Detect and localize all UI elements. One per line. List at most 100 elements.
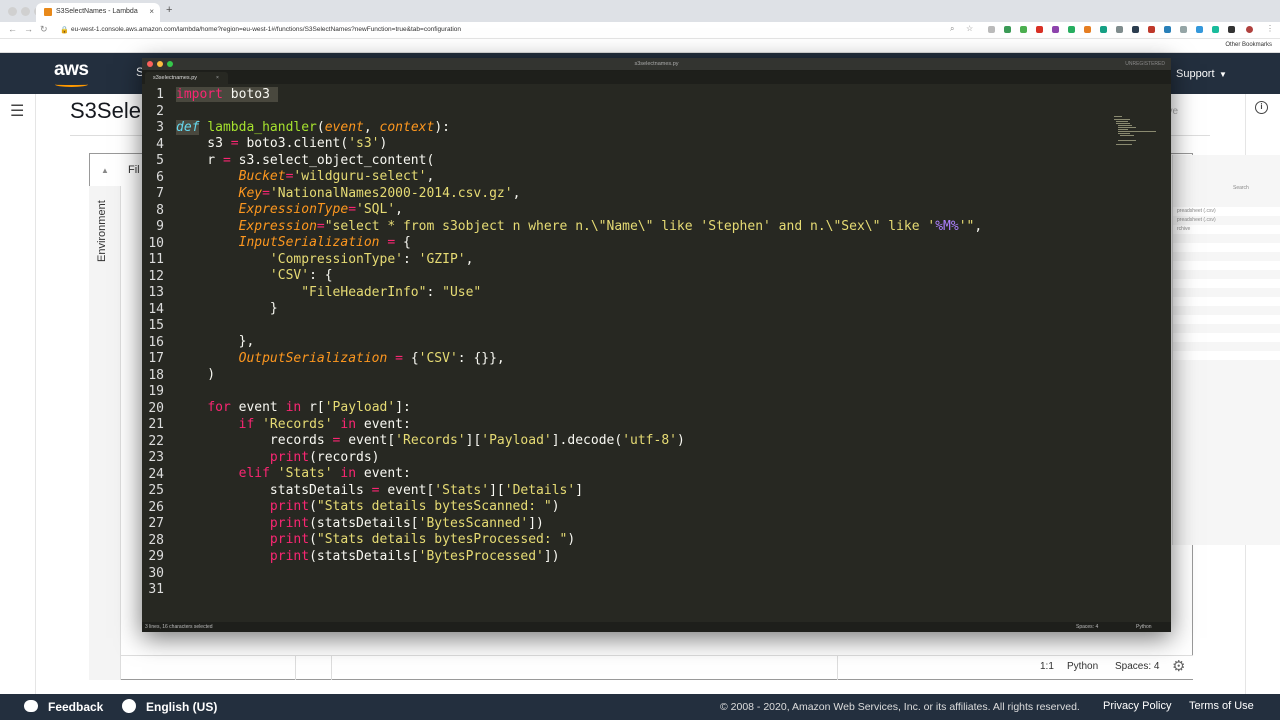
minimap-line bbox=[1116, 144, 1132, 145]
status-divider bbox=[837, 656, 838, 680]
code-line: import boto3 bbox=[176, 87, 278, 102]
tab-close-icon[interactable]: × bbox=[216, 75, 219, 81]
search-field[interactable]: Search bbox=[1233, 185, 1249, 191]
terms-of-use-link[interactable]: Terms of Use bbox=[1189, 700, 1254, 712]
line-number: 25 bbox=[148, 483, 164, 498]
language-mode[interactable]: Python bbox=[1067, 661, 1098, 672]
url-input[interactable]: eu-west-1.console.aws.amazon.com/lambda/… bbox=[71, 26, 461, 33]
list-item[interactable]: preadsheet (.csv) bbox=[1177, 208, 1216, 214]
sublime-tab-label: s3selectnames.py bbox=[153, 75, 198, 81]
line-number: 23 bbox=[148, 450, 164, 465]
tab-close-icon[interactable]: × bbox=[149, 7, 154, 16]
code-token: ]) bbox=[543, 549, 560, 564]
extension-icon[interactable] bbox=[1084, 26, 1091, 33]
extension-icon[interactable] bbox=[1196, 26, 1203, 33]
code-token: 'Records' bbox=[262, 417, 333, 432]
zoom-icon[interactable]: ⌕ bbox=[950, 24, 954, 34]
support-menu[interactable]: Support bbox=[1176, 68, 1215, 80]
gear-icon[interactable]: ⚙ bbox=[1172, 657, 1185, 675]
minimap-line bbox=[1116, 121, 1128, 122]
code-token: : { bbox=[309, 268, 333, 283]
code-line: Bucket='wildguru-select', bbox=[176, 169, 435, 184]
profile-avatar[interactable] bbox=[1246, 26, 1253, 33]
page-title: S3Sele bbox=[70, 98, 141, 123]
code-minimap[interactable] bbox=[1114, 116, 1160, 146]
environment-tab[interactable]: Environment bbox=[96, 200, 108, 262]
extension-icon[interactable] bbox=[1228, 26, 1235, 33]
privacy-policy-link[interactable]: Privacy Policy bbox=[1103, 700, 1171, 712]
info-icon[interactable]: i bbox=[1255, 101, 1268, 114]
feedback-link[interactable]: Feedback bbox=[48, 700, 103, 714]
code-token: s3 bbox=[176, 136, 231, 151]
code-token: , bbox=[426, 169, 435, 184]
code-token: 'Stats' bbox=[434, 483, 490, 498]
code-line: 'CSV': { bbox=[176, 268, 333, 283]
list-stripe bbox=[1173, 243, 1280, 252]
collapse-triangle-icon[interactable]: ▲ bbox=[101, 166, 109, 175]
code-token: (records) bbox=[309, 450, 380, 465]
hamburger-menu-icon[interactable]: ☰ bbox=[10, 101, 24, 121]
line-number: 10 bbox=[148, 235, 164, 251]
copyright-text: © 2008 - 2020, Amazon Web Services, Inc.… bbox=[720, 701, 1080, 713]
language-selector[interactable]: English (US) bbox=[146, 700, 217, 714]
code-token: "FileHeaderInfo" bbox=[301, 285, 427, 300]
code-token: lambda_handler bbox=[207, 120, 317, 135]
list-item[interactable]: rchive bbox=[1177, 226, 1190, 232]
browser-tab-lambda[interactable]: S3SelectNames - Lambda × bbox=[36, 3, 160, 22]
code-line: for event in r['Payload']: bbox=[176, 400, 411, 415]
extension-icon[interactable] bbox=[988, 26, 995, 33]
code-editor[interactable]: 1 2 3 4 5 6 7 8 9 10 11 12 13 14 15 16 17 18 19 20 21 22 23 24 2… bbox=[142, 86, 1171, 618]
browser-menu-icon[interactable]: ⋮ bbox=[1266, 24, 1274, 33]
extension-icon[interactable] bbox=[1132, 26, 1139, 33]
aws-logo[interactable]: aws bbox=[54, 59, 89, 81]
code-token: 'SQL' bbox=[356, 202, 396, 217]
other-bookmarks-link[interactable]: Other Bookmarks bbox=[1225, 42, 1272, 48]
extension-icon[interactable] bbox=[1164, 26, 1171, 33]
code-token: ( bbox=[309, 499, 317, 514]
minimap-line bbox=[1114, 116, 1122, 117]
extension-icon[interactable] bbox=[1116, 26, 1123, 33]
code-line: print(statsDetails['BytesProcessed']) bbox=[176, 549, 560, 564]
file-menu-peek[interactable]: Fil bbox=[128, 164, 140, 176]
back-arrow-icon[interactable]: ← bbox=[8, 24, 17, 34]
code-token: = bbox=[316, 219, 325, 234]
extension-icon[interactable] bbox=[1180, 26, 1187, 33]
extension-icon[interactable] bbox=[1148, 26, 1155, 33]
indent-setting[interactable]: Spaces: 4 bbox=[1115, 661, 1159, 672]
code-token: ): bbox=[434, 120, 450, 135]
extension-icon[interactable] bbox=[1212, 26, 1219, 33]
new-tab-button[interactable]: + bbox=[166, 4, 172, 16]
minimap-line bbox=[1120, 135, 1134, 136]
line-number: 11 bbox=[148, 252, 164, 267]
sublime-file-tab[interactable]: s3selectnames.py × bbox=[145, 72, 228, 84]
sublime-tab-bar: s3selectnames.py × bbox=[142, 71, 1171, 84]
window-close-dot[interactable] bbox=[8, 7, 17, 16]
code-token: if bbox=[238, 417, 255, 432]
indent-status[interactable]: Spaces: 4 bbox=[1076, 624, 1098, 630]
extension-icon[interactable] bbox=[1100, 26, 1107, 33]
extension-icon[interactable] bbox=[1036, 26, 1043, 33]
forward-arrow-icon[interactable]: → bbox=[24, 24, 33, 34]
status-divider bbox=[295, 656, 296, 680]
syntax-status[interactable]: Python bbox=[1136, 624, 1152, 630]
code-token: boto3.client( bbox=[238, 136, 349, 151]
code-token: : bbox=[402, 252, 419, 267]
code-token: , bbox=[512, 186, 521, 201]
code-token: ) bbox=[551, 499, 560, 514]
code-token: ][ bbox=[465, 433, 482, 448]
list-item[interactable]: preadsheet (.csv) bbox=[1177, 217, 1216, 223]
reload-icon[interactable]: ↻ bbox=[40, 24, 48, 35]
extension-icon[interactable] bbox=[1068, 26, 1075, 33]
extension-icon[interactable] bbox=[1020, 26, 1027, 33]
status-divider bbox=[331, 656, 332, 680]
window-minimize-dot[interactable] bbox=[21, 7, 30, 16]
star-icon[interactable]: ☆ bbox=[966, 24, 973, 33]
code-token: 'NationalNames2000-2014.csv.gz' bbox=[269, 186, 513, 201]
extension-icon[interactable] bbox=[1004, 26, 1011, 33]
extension-icon[interactable] bbox=[1052, 26, 1059, 33]
